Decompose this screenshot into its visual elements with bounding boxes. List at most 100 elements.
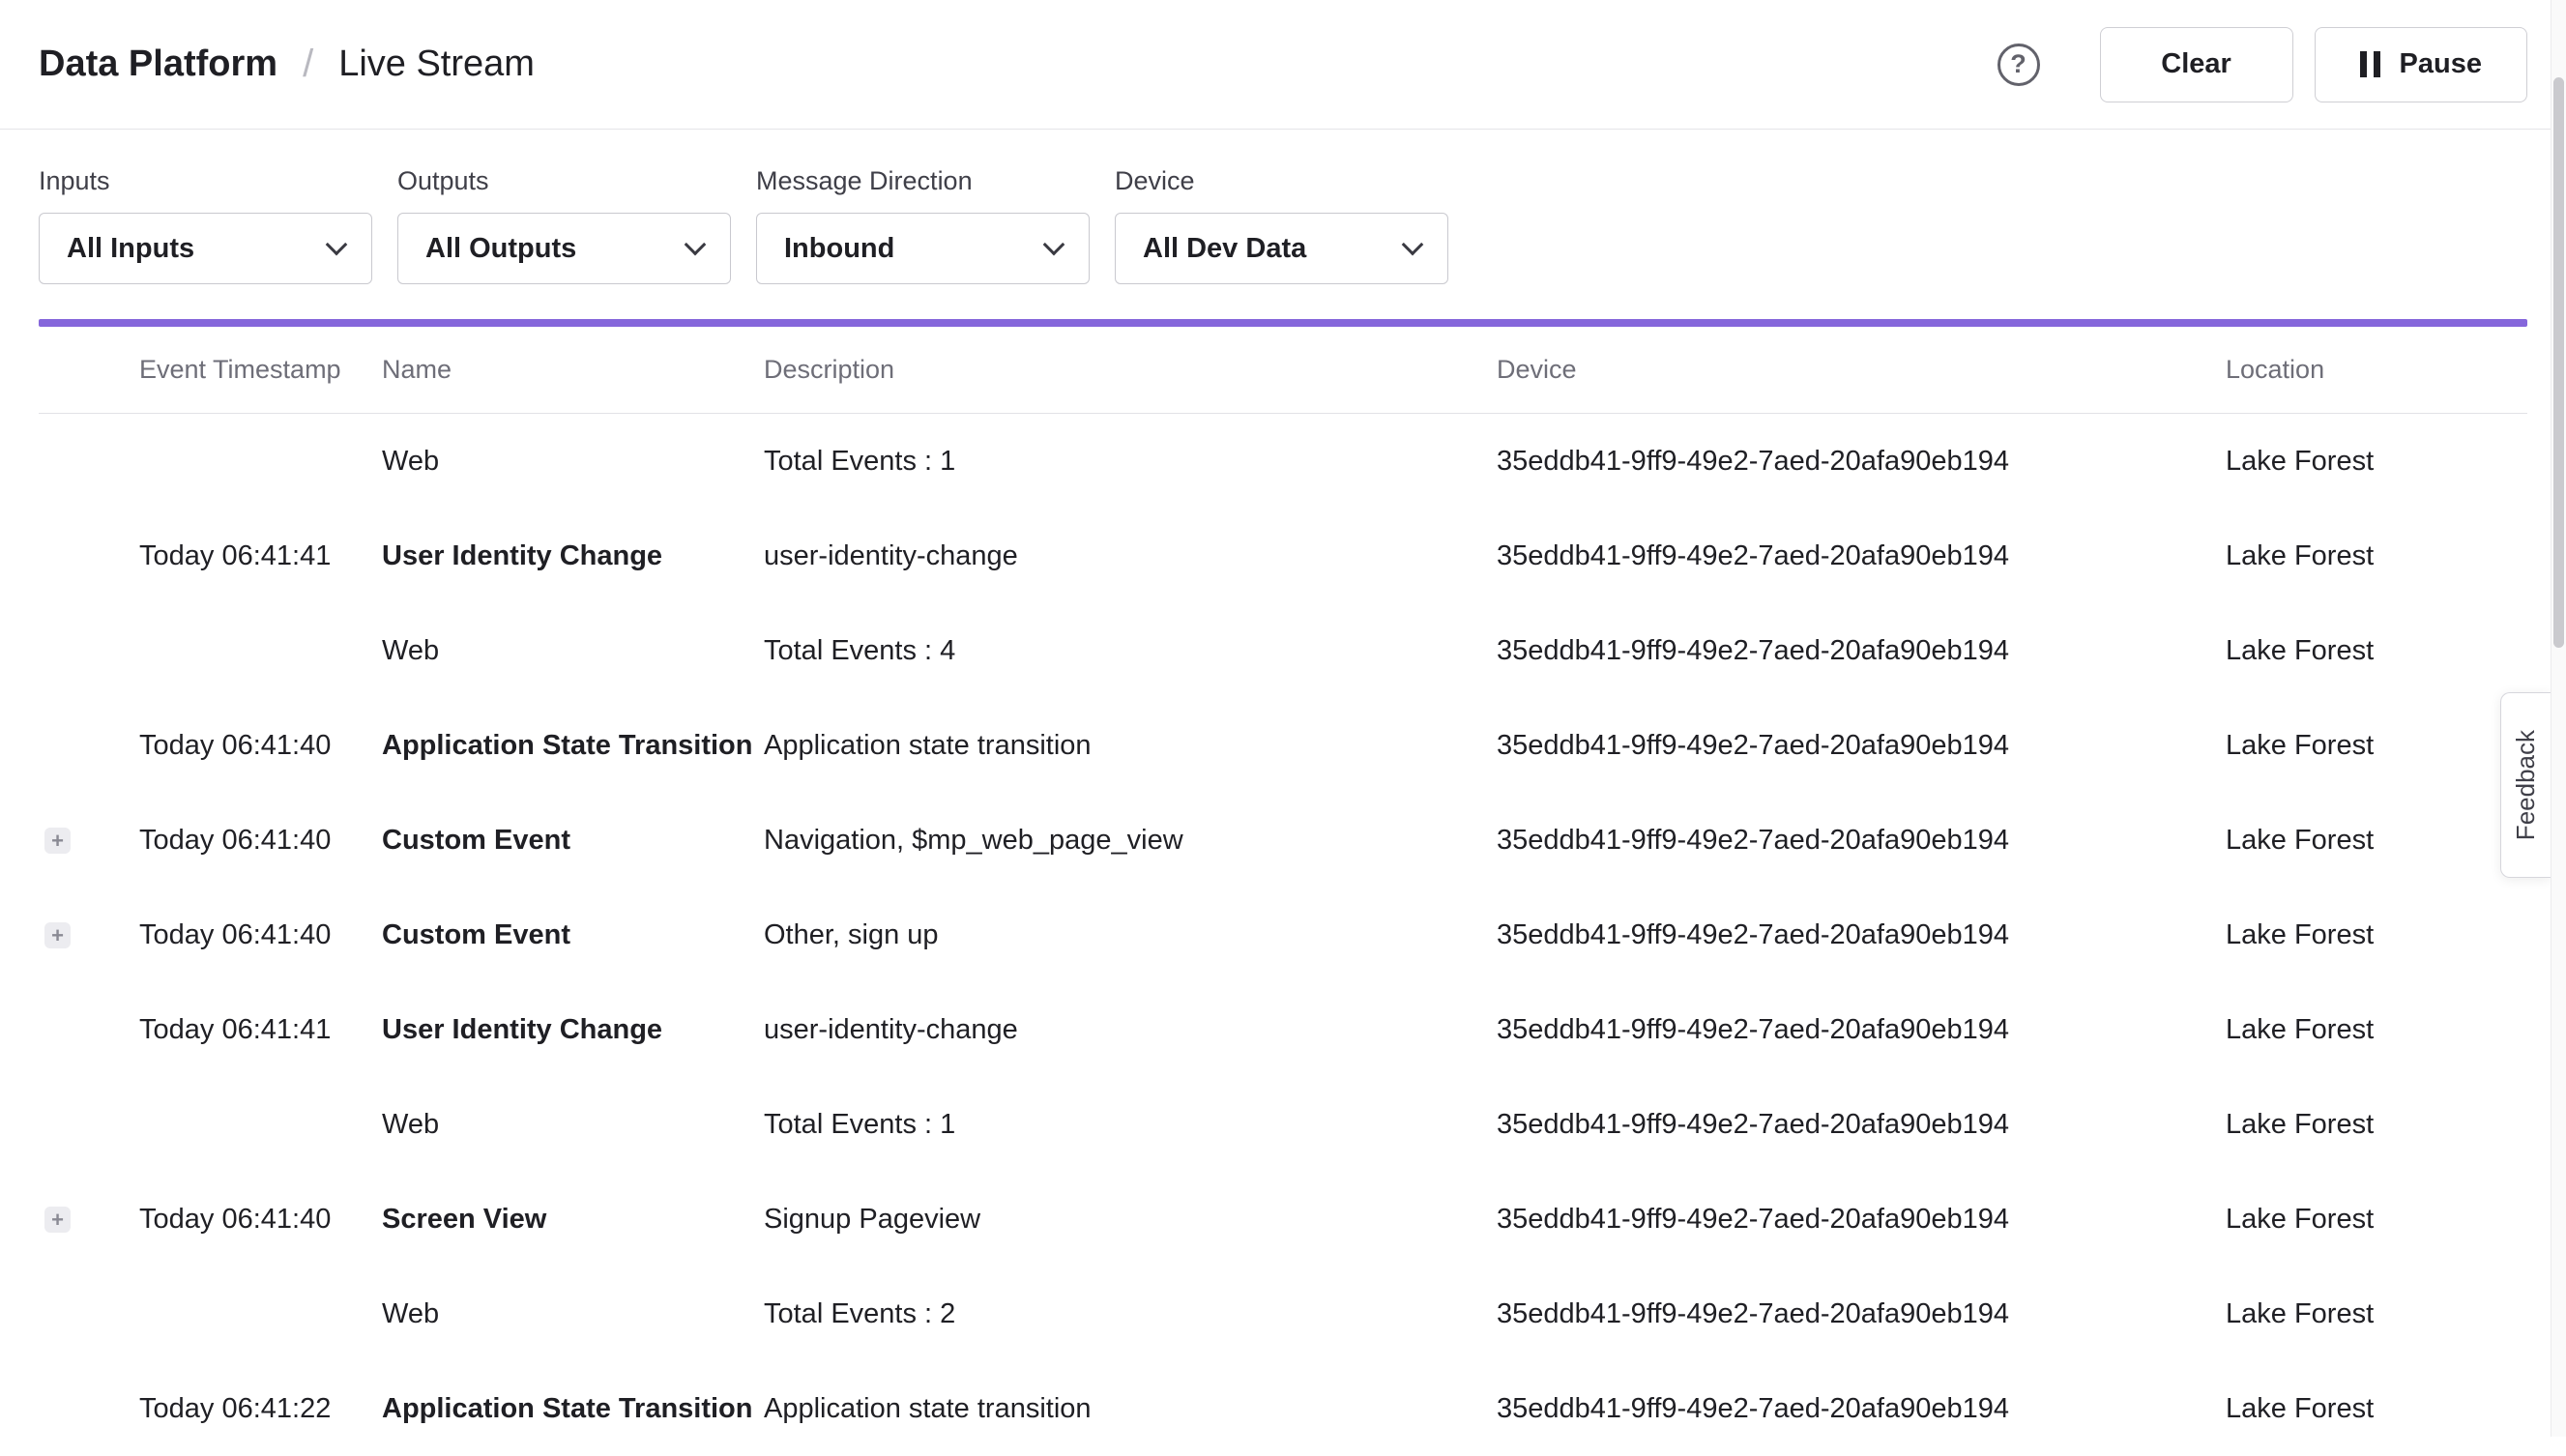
event-location: Lake Forest: [2226, 825, 2527, 857]
event-name: Web: [382, 446, 764, 478]
event-timestamp: Today 06:41:40: [139, 825, 382, 857]
event-device: 35eddb41-9ff9-49e2-7aed-20afa90eb194: [1497, 919, 2226, 951]
expand-cell: +: [39, 638, 139, 664]
filter-message-direction-label: Message Direction: [756, 166, 1090, 196]
event-location: Lake Forest: [2226, 919, 2527, 951]
event-location: Lake Forest: [2226, 1204, 2527, 1236]
feedback-tab[interactable]: Feedback: [2500, 692, 2551, 878]
chevron-down-icon: [685, 234, 707, 256]
event-description: user-identity-change: [764, 1014, 1497, 1046]
event-location: Lake Forest: [2226, 446, 2527, 478]
feedback-tab-label: Feedback: [2511, 730, 2541, 840]
breadcrumb-live-stream: Live Stream: [338, 44, 535, 85]
inputs-select[interactable]: All Inputs: [39, 213, 372, 284]
outputs-select-value: All Outputs: [425, 233, 576, 265]
event-description: Total Events : 2: [764, 1298, 1497, 1330]
scrollbar-thumb[interactable]: [2553, 77, 2564, 648]
filter-message-direction: Message Direction Inbound: [756, 166, 1090, 284]
table-row[interactable]: + Today 06:41:40 Custom Event Navigation…: [39, 793, 2527, 888]
table-row[interactable]: + Web Total Events : 2 35eddb41-9ff9-49e…: [39, 1267, 2527, 1361]
table-row[interactable]: + Web Total Events : 4 35eddb41-9ff9-49e…: [39, 603, 2527, 698]
expand-cell: +: [39, 543, 139, 569]
accent-divider: [39, 319, 2527, 327]
table-row[interactable]: + Web Total Events : 1 35eddb41-9ff9-49e…: [39, 414, 2527, 509]
expand-cell: +: [39, 1112, 139, 1138]
event-location: Lake Forest: [2226, 730, 2527, 762]
table-row[interactable]: + Today 06:41:40 Application State Trans…: [39, 698, 2527, 793]
event-device: 35eddb41-9ff9-49e2-7aed-20afa90eb194: [1497, 1014, 2226, 1046]
event-name: Screen View: [382, 1204, 764, 1236]
event-description: Total Events : 1: [764, 446, 1497, 478]
expand-cell: +: [39, 733, 139, 759]
event-name: Web: [382, 1298, 764, 1330]
table-header-row: Event Timestamp Name Description Device …: [39, 327, 2527, 414]
event-device: 35eddb41-9ff9-49e2-7aed-20afa90eb194: [1497, 1204, 2226, 1236]
inputs-select-value: All Inputs: [67, 233, 194, 265]
filter-device: Device All Dev Data: [1115, 166, 1448, 284]
event-timestamp: Today 06:41:40: [139, 919, 382, 951]
event-name: Custom Event: [382, 825, 764, 857]
outputs-select[interactable]: All Outputs: [397, 213, 731, 284]
event-description: Other, sign up: [764, 919, 1497, 951]
event-location: Lake Forest: [2226, 1298, 2527, 1330]
chevron-down-icon: [326, 234, 348, 256]
clear-button[interactable]: Clear: [2100, 27, 2293, 102]
table-row[interactable]: + Web Total Events : 1 35eddb41-9ff9-49e…: [39, 1077, 2527, 1172]
pause-button[interactable]: Pause: [2315, 27, 2527, 102]
event-description: Application state transition: [764, 1393, 1497, 1425]
event-location: Lake Forest: [2226, 540, 2527, 572]
filter-outputs-label: Outputs: [397, 166, 731, 196]
event-name: User Identity Change: [382, 540, 764, 572]
event-timestamp: Today 06:41:41: [139, 540, 382, 572]
page-header: Data Platform / Live Stream ? Clear Paus…: [0, 0, 2566, 130]
event-description: Navigation, $mp_web_page_view: [764, 825, 1497, 857]
event-device: 35eddb41-9ff9-49e2-7aed-20afa90eb194: [1497, 730, 2226, 762]
expand-cell: +: [39, 1301, 139, 1327]
table-row[interactable]: + Today 06:41:22 Application State Trans…: [39, 1361, 2527, 1456]
column-header-name: Name: [382, 355, 764, 385]
filter-device-label: Device: [1115, 166, 1448, 196]
event-device: 35eddb41-9ff9-49e2-7aed-20afa90eb194: [1497, 1298, 2226, 1330]
table-row[interactable]: + Today 06:41:40 Screen View Signup Page…: [39, 1172, 2527, 1267]
expand-icon[interactable]: +: [44, 1207, 71, 1233]
column-header-location: Location: [2226, 355, 2527, 385]
event-description: Signup Pageview: [764, 1204, 1497, 1236]
event-table: Event Timestamp Name Description Device …: [39, 327, 2527, 1456]
chevron-down-icon: [1402, 234, 1424, 256]
filter-outputs: Outputs All Outputs: [397, 166, 731, 284]
filters-bar: Inputs All Inputs Outputs All Outputs Me…: [0, 130, 2566, 284]
expand-icon[interactable]: +: [44, 828, 71, 854]
device-select[interactable]: All Dev Data: [1115, 213, 1448, 284]
event-timestamp: Today 06:41:41: [139, 1014, 382, 1046]
breadcrumb-data-platform[interactable]: Data Platform: [39, 44, 277, 85]
live-stream-page: Data Platform / Live Stream ? Clear Paus…: [0, 0, 2566, 1456]
event-timestamp: Today 06:41:40: [139, 730, 382, 762]
breadcrumb: Data Platform / Live Stream: [39, 43, 535, 86]
column-header-device: Device: [1497, 355, 2226, 385]
event-description: user-identity-change: [764, 540, 1497, 572]
event-device: 35eddb41-9ff9-49e2-7aed-20afa90eb194: [1497, 635, 2226, 667]
event-device: 35eddb41-9ff9-49e2-7aed-20afa90eb194: [1497, 825, 2226, 857]
message-direction-select[interactable]: Inbound: [756, 213, 1090, 284]
scrollbar[interactable]: [2551, 0, 2566, 1437]
header-actions: ? Clear Pause: [1997, 27, 2527, 102]
event-timestamp: Today 06:41:22: [139, 1393, 382, 1425]
event-name: Web: [382, 1109, 764, 1141]
chevron-down-icon: [1043, 234, 1065, 256]
filter-inputs: Inputs All Inputs: [39, 166, 372, 284]
event-device: 35eddb41-9ff9-49e2-7aed-20afa90eb194: [1497, 1393, 2226, 1425]
breadcrumb-separator: /: [303, 43, 313, 86]
expand-cell: +: [39, 1207, 139, 1233]
table-row[interactable]: + Today 06:41:41 User Identity Change us…: [39, 509, 2527, 603]
message-direction-select-value: Inbound: [784, 233, 894, 265]
event-location: Lake Forest: [2226, 1109, 2527, 1141]
table-row[interactable]: + Today 06:41:41 User Identity Change us…: [39, 982, 2527, 1077]
column-header-timestamp: Event Timestamp: [139, 355, 382, 385]
table-row[interactable]: + Today 06:41:40 Custom Event Other, sig…: [39, 888, 2527, 982]
event-description: Total Events : 4: [764, 635, 1497, 667]
expand-cell: +: [39, 922, 139, 948]
help-icon[interactable]: ?: [1997, 44, 2040, 86]
event-location: Lake Forest: [2226, 1014, 2527, 1046]
expand-icon[interactable]: +: [44, 922, 71, 948]
filter-inputs-label: Inputs: [39, 166, 372, 196]
